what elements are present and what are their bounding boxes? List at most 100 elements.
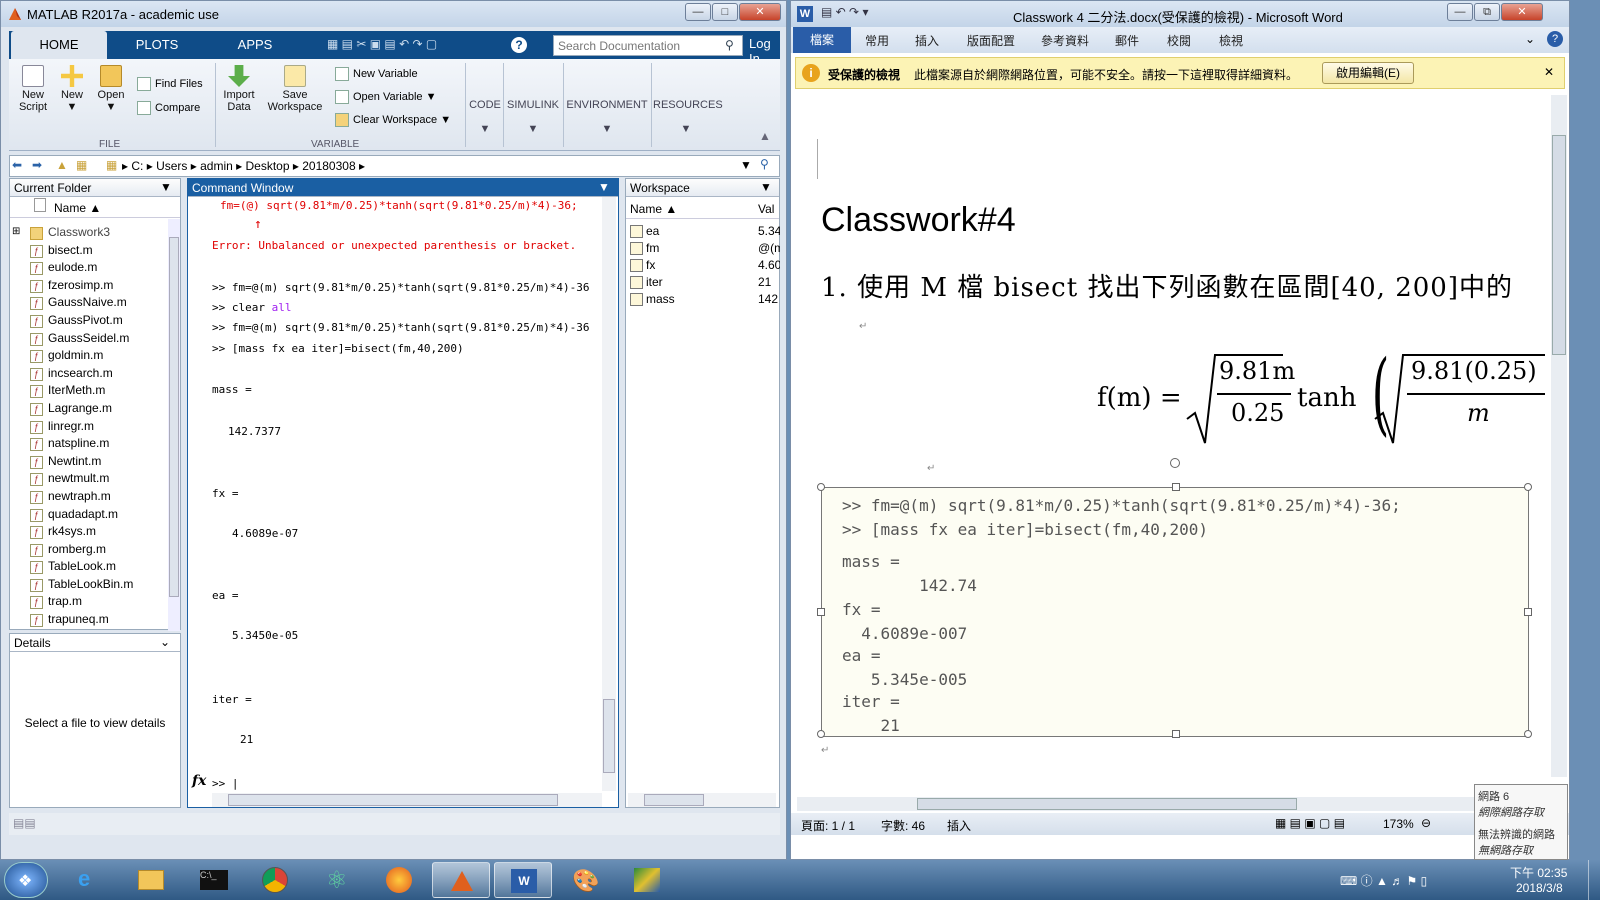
tab-references[interactable]: 參考資料 (1041, 32, 1089, 49)
new-script-button[interactable]: New Script (15, 65, 51, 113)
view-mode-icons[interactable]: ▦ ▤ ▣ ▢ ▤ (1275, 816, 1345, 830)
resize-handle[interactable] (817, 608, 825, 616)
compare-button[interactable]: Compare (137, 101, 200, 115)
quick-access-icons[interactable]: ▤ ↶ ↷ ▾ (821, 5, 868, 19)
details-header[interactable]: Details ⌄ (10, 634, 180, 652)
name-column-header[interactable]: Name ▲ (54, 201, 101, 215)
resize-handle[interactable] (1524, 608, 1532, 616)
help-icon[interactable]: ? (1547, 31, 1563, 47)
restore-button[interactable]: ⧉ (1474, 3, 1500, 21)
chrome-taskbar-button[interactable] (246, 862, 304, 898)
new-variable-button[interactable]: New Variable (335, 67, 418, 81)
search-folder-icon[interactable]: ⚲ (760, 157, 769, 171)
workspace-variable[interactable]: fx 4.60 (626, 257, 781, 274)
file-item[interactable]: ƒ newtmult.m (10, 471, 168, 489)
file-item[interactable]: ƒ TableLook.m (10, 559, 168, 577)
back-icon[interactable]: ⬅ (12, 158, 22, 172)
quick-access-icons[interactable]: ▦ ▤ ✂ ▣ ▤ ↶ ↷ ▢ (327, 37, 437, 51)
ie-taskbar-button[interactable]: e (60, 862, 118, 898)
zoom-out-icon[interactable]: ⊖ (1421, 816, 1431, 830)
tab-home[interactable]: HOME (11, 31, 107, 59)
chevron-down-icon[interactable]: ⌄ (1525, 32, 1535, 46)
file-item[interactable]: ƒ fzerosimp.m (10, 278, 168, 296)
embedded-screenshot-image[interactable]: >> fm=@(m) sqrt(9.81*m/0.25)*tanh(sqrt(9… (817, 458, 1532, 738)
open-variable-button[interactable]: Open Variable ▼ (335, 90, 436, 104)
file-item[interactable]: ƒ linregr.m (10, 419, 168, 437)
atom-taskbar-button[interactable]: ⚛ (308, 862, 366, 898)
tab-review[interactable]: 校閱 (1167, 32, 1191, 49)
browse-folder-icon[interactable]: ▦ (76, 158, 87, 172)
folder-item[interactable]: ⊞ Classwork3 (10, 225, 168, 243)
file-item[interactable]: ƒ TableLookBin.m (10, 577, 168, 595)
workspace-columns[interactable]: Name ▲ Val (626, 199, 779, 219)
clear-workspace-button[interactable]: Clear Workspace ▼ (335, 113, 451, 127)
breadcrumb[interactable]: ▸ C: ▸ Users ▸ admin ▸ Desktop ▸ 2018030… (122, 159, 365, 173)
file-item[interactable]: ƒ Newtint.m (10, 454, 168, 472)
file-item[interactable]: ƒ IterMeth.m (10, 383, 168, 401)
panel-menu-icon[interactable]: ▼ (760, 180, 772, 194)
environment-group-button[interactable]: ENVIRONMENT ▼ (565, 99, 649, 135)
scrollbar-thumb[interactable] (228, 794, 558, 806)
collapse-ribbon-icon[interactable]: ▲ (759, 129, 771, 143)
workspace-variable[interactable]: iter 21 (626, 274, 781, 291)
resize-handle[interactable] (817, 483, 825, 491)
tab-layout[interactable]: 版面配置 (967, 32, 1015, 49)
tab-plots[interactable]: PLOTS (109, 31, 205, 59)
clock-time[interactable]: 下午 02:35 (1510, 864, 1567, 881)
scrollbar-thumb[interactable] (917, 798, 1297, 810)
file-item[interactable]: ƒ trap.m (10, 594, 168, 612)
tab-apps[interactable]: APPS (207, 31, 303, 59)
help-icon[interactable]: ? (511, 37, 527, 53)
name-column-header[interactable]: Name ▲ (630, 202, 677, 216)
tab-mailings[interactable]: 郵件 (1115, 32, 1139, 49)
forward-icon[interactable]: ➡ (32, 158, 42, 172)
workspace-variable[interactable]: fm@(m (626, 240, 781, 257)
file-item[interactable]: ƒ GaussSeidel.m (10, 331, 168, 349)
resize-handle[interactable] (1524, 483, 1532, 491)
matlab-taskbar-button[interactable] (432, 862, 490, 898)
tab-home[interactable]: 常用 (865, 32, 889, 49)
minimize-button[interactable]: — (1447, 3, 1473, 21)
app-taskbar-button[interactable] (618, 862, 676, 898)
file-item[interactable]: ƒ goldmin.m (10, 348, 168, 366)
workspace-variable[interactable]: ea 5.34 (626, 223, 781, 240)
tray-icons[interactable]: ⌨ ⓘ ▲ ♬ ⚑ ▯ (1340, 872, 1427, 889)
command-prompt[interactable]: >> | (212, 777, 239, 790)
horizontal-scrollbar[interactable] (212, 793, 602, 807)
function-browser-icon[interactable]: fx (192, 773, 206, 789)
command-window[interactable]: Command Window ▼ fm=(@) sqrt(9.81*m/0.25)… (187, 178, 619, 808)
page-count[interactable]: 頁面: 1 / 1 (801, 817, 855, 834)
resize-handle[interactable] (817, 730, 825, 738)
file-item[interactable]: ƒ newtraph.m (10, 489, 168, 507)
enable-editing-button[interactable]: 啟用編輯(E) (1322, 62, 1414, 84)
scrollbar-thumb[interactable] (603, 699, 615, 773)
column-header[interactable]: Name ▲ (10, 198, 180, 218)
vertical-scrollbar[interactable] (168, 219, 180, 631)
file-item[interactable]: ƒ eulode.m (10, 260, 168, 278)
value-column-header[interactable]: Val (758, 202, 774, 216)
code-group-button[interactable]: CODE ▼ (469, 99, 501, 135)
file-item[interactable]: ƒ trapuneq.m (10, 612, 168, 630)
file-item[interactable]: ƒ natspline.m (10, 436, 168, 454)
document-page[interactable]: Classwork#4 1. 使用 M 檔 bisect 找出下列函數在區間[4… (797, 95, 1547, 795)
insert-mode[interactable]: 插入 (947, 817, 971, 834)
close-button[interactable]: ✕ (1501, 3, 1543, 21)
show-desktop-button[interactable] (1588, 860, 1600, 900)
resize-handle[interactable] (1172, 483, 1180, 491)
rotate-handle[interactable] (1170, 458, 1180, 468)
search-documentation-input[interactable]: Search Documentation (553, 35, 743, 56)
maximize-button[interactable]: □ (712, 3, 738, 21)
minimize-button[interactable]: — (685, 3, 711, 21)
cmd-taskbar-button[interactable]: C:\_ (184, 862, 242, 898)
vertical-scrollbar[interactable] (1551, 95, 1567, 777)
path-dropdown-icon[interactable]: ▼ (740, 158, 752, 172)
up-folder-icon[interactable]: ▲ (56, 158, 68, 172)
workspace-variable[interactable]: mass 142 (626, 291, 781, 308)
horizontal-scrollbar[interactable] (628, 793, 776, 807)
save-workspace-button[interactable]: Save Workspace (265, 65, 325, 113)
resources-group-button[interactable]: RESOURCES ▼ (653, 99, 723, 135)
resize-handle[interactable] (1172, 730, 1180, 738)
expand-icon[interactable]: ⊞ (12, 226, 20, 237)
protected-message[interactable]: 此檔案源自於網際網路位置，可能不安全。請按一下這裡取得詳細資料。 (914, 66, 1298, 83)
tab-file[interactable]: 檔案 (793, 27, 851, 53)
